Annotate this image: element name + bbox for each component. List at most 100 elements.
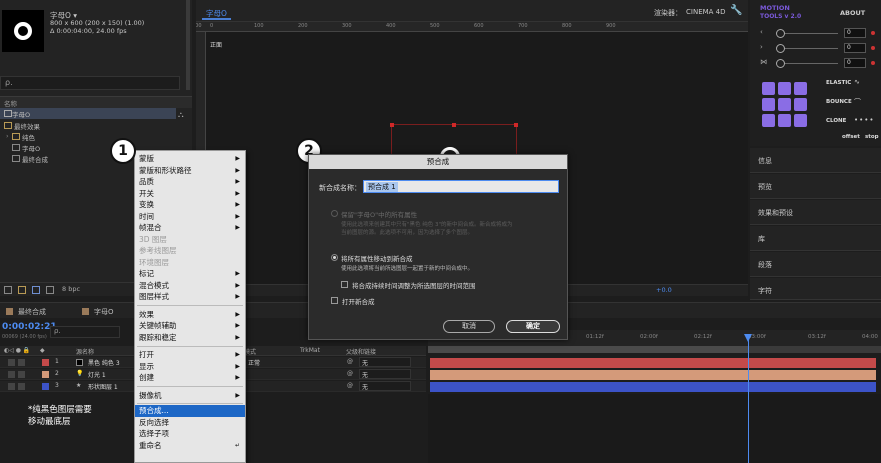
label-color[interactable] — [42, 359, 49, 366]
anchor-cell[interactable] — [794, 82, 807, 95]
slider-knob[interactable] — [776, 44, 785, 53]
reset-dot[interactable] — [871, 61, 875, 65]
menu-item[interactable]: 开关 ▶ — [135, 188, 245, 200]
project-item[interactable]: 字母O — [0, 108, 176, 119]
about-button[interactable]: ABOUT — [840, 9, 865, 17]
label-color[interactable] — [42, 371, 49, 378]
mode-select[interactable]: 正常 — [248, 358, 260, 367]
anchor-cell[interactable] — [794, 98, 807, 111]
flowchart-icon[interactable]: ⛬ — [178, 110, 184, 120]
current-time[interactable]: 0:00:02:21 — [2, 322, 57, 332]
layer-name[interactable]: 灯光 1 — [88, 370, 106, 379]
menu-item[interactable]: 摄像机 ▶ — [135, 390, 245, 402]
panel-character[interactable]: 字符 — [750, 278, 881, 300]
tab-letter-o[interactable]: 字母O — [94, 307, 114, 317]
menu-item[interactable]: 关键帧辅助 ▶ — [135, 320, 245, 332]
parent-select[interactable]: 无 — [359, 357, 411, 367]
panel-libraries[interactable]: 库 — [750, 226, 881, 251]
menu-item[interactable]: 预合成... — [135, 405, 245, 417]
offset-button[interactable]: offset — [842, 134, 860, 140]
timeline-search-input[interactable]: ρ. — [50, 326, 120, 338]
menu-item[interactable]: 显示 ▶ — [135, 361, 245, 373]
interpret-footage-icon[interactable] — [4, 286, 12, 294]
slider-value-input[interactable]: 0 — [844, 43, 866, 53]
stop-button[interactable]: stop — [865, 134, 879, 140]
layer-duration-bar[interactable] — [430, 382, 876, 392]
slider-value-input[interactable]: 0 — [844, 58, 866, 68]
parent-select[interactable]: 无 — [359, 381, 411, 391]
chevron-right-icon[interactable]: › — [6, 132, 9, 140]
layer-duration-bar[interactable] — [430, 358, 876, 368]
clone-button[interactable]: CLONE — [826, 118, 846, 124]
menu-item[interactable]: 变换 ▶ — [135, 199, 245, 211]
bounce-button[interactable]: BOUNCE — [826, 99, 852, 105]
visibility-toggle[interactable] — [8, 383, 15, 390]
project-settings-icon[interactable] — [46, 286, 54, 294]
menu-item[interactable]: 选择子项 — [135, 428, 245, 440]
menu-item[interactable]: 反向选择 — [135, 417, 245, 429]
audio-toggle[interactable] — [18, 359, 25, 366]
menu-item[interactable]: 重命名 ↵ — [135, 440, 245, 452]
transform-handle[interactable] — [452, 123, 456, 127]
menu-item[interactable]: 帧混合 ▶ — [135, 222, 245, 234]
bit-depth-button[interactable]: 8 bpc — [62, 285, 80, 293]
anchor-cell[interactable] — [778, 114, 791, 127]
menu-item[interactable]: 品质 ▶ — [135, 176, 245, 188]
anchor-cell[interactable] — [794, 114, 807, 127]
panel-effects-presets[interactable]: 效果和预设 — [750, 200, 881, 225]
anchor-cell[interactable] — [778, 98, 791, 111]
project-item[interactable]: › 纯色 — [0, 131, 176, 142]
work-area-range[interactable] — [428, 346, 748, 353]
label-color[interactable] — [42, 383, 49, 390]
panel-info[interactable]: 信息 — [750, 148, 881, 173]
playhead-line[interactable] — [748, 334, 749, 463]
slider-track[interactable] — [778, 48, 838, 49]
radio-move-attributes[interactable] — [331, 254, 338, 261]
slider-value-input[interactable]: 0 — [844, 28, 866, 38]
panel-paragraph[interactable]: 段落 — [750, 252, 881, 277]
checkbox-adjust-duration[interactable] — [341, 281, 348, 288]
ok-button[interactable]: 确定 — [506, 320, 560, 333]
anchor-cell[interactable] — [762, 98, 775, 111]
anchor-cell[interactable] — [778, 82, 791, 95]
visibility-toggle[interactable] — [8, 371, 15, 378]
menu-item[interactable]: 跟踪和稳定 ▶ — [135, 332, 245, 344]
slider-knob[interactable] — [776, 59, 785, 68]
tab-composition[interactable]: 字母O — [202, 8, 231, 20]
menu-item[interactable]: 混合模式 ▶ — [135, 280, 245, 292]
pickwhip-icon[interactable]: @ — [347, 358, 353, 365]
elastic-button[interactable]: ELASTIC — [826, 80, 851, 86]
menu-item[interactable]: 时间 ▶ — [135, 211, 245, 223]
slider-track[interactable] — [778, 33, 838, 34]
slider-track[interactable] — [778, 63, 838, 64]
transform-handle[interactable] — [390, 123, 394, 127]
anchor-cell[interactable] — [762, 114, 775, 127]
visibility-toggle[interactable] — [8, 359, 15, 366]
menu-item[interactable]: 打开 ▶ — [135, 349, 245, 361]
transform-handle[interactable] — [514, 123, 518, 127]
parent-select[interactable]: 无 — [359, 369, 411, 379]
menu-item[interactable]: 蒙版和形状路径 ▶ — [135, 165, 245, 177]
menu-item[interactable]: 标记 ▶ — [135, 268, 245, 280]
radio-keep-attributes[interactable] — [331, 210, 338, 217]
menu-item[interactable]: 蒙版 ▶ — [135, 153, 245, 165]
reset-dot[interactable] — [871, 46, 875, 50]
tab-final-comp[interactable]: 最终合成 — [18, 307, 46, 317]
project-item[interactable]: 最终效果 — [0, 120, 176, 131]
project-scrollbar[interactable] — [186, 0, 190, 90]
cancel-button[interactable]: 取消 — [443, 320, 495, 333]
menu-item[interactable]: 图层样式 ▶ — [135, 291, 245, 303]
exposure-value[interactable]: +0.0 — [656, 286, 672, 294]
project-search-input[interactable]: ρ. — [0, 76, 180, 90]
pickwhip-icon[interactable]: @ — [347, 370, 353, 377]
new-comp-icon[interactable] — [32, 286, 40, 294]
layer-duration-bar[interactable] — [430, 370, 876, 380]
menu-item[interactable]: 创建 ▶ — [135, 372, 245, 384]
new-comp-name-input[interactable]: 预合成 1 — [363, 180, 559, 193]
reset-dot[interactable] — [871, 31, 875, 35]
pickwhip-icon[interactable]: @ — [347, 382, 353, 389]
audio-toggle[interactable] — [18, 371, 25, 378]
menu-item[interactable]: 效果 ▶ — [135, 309, 245, 321]
new-folder-icon[interactable] — [18, 286, 26, 294]
anchor-cell[interactable] — [762, 82, 775, 95]
